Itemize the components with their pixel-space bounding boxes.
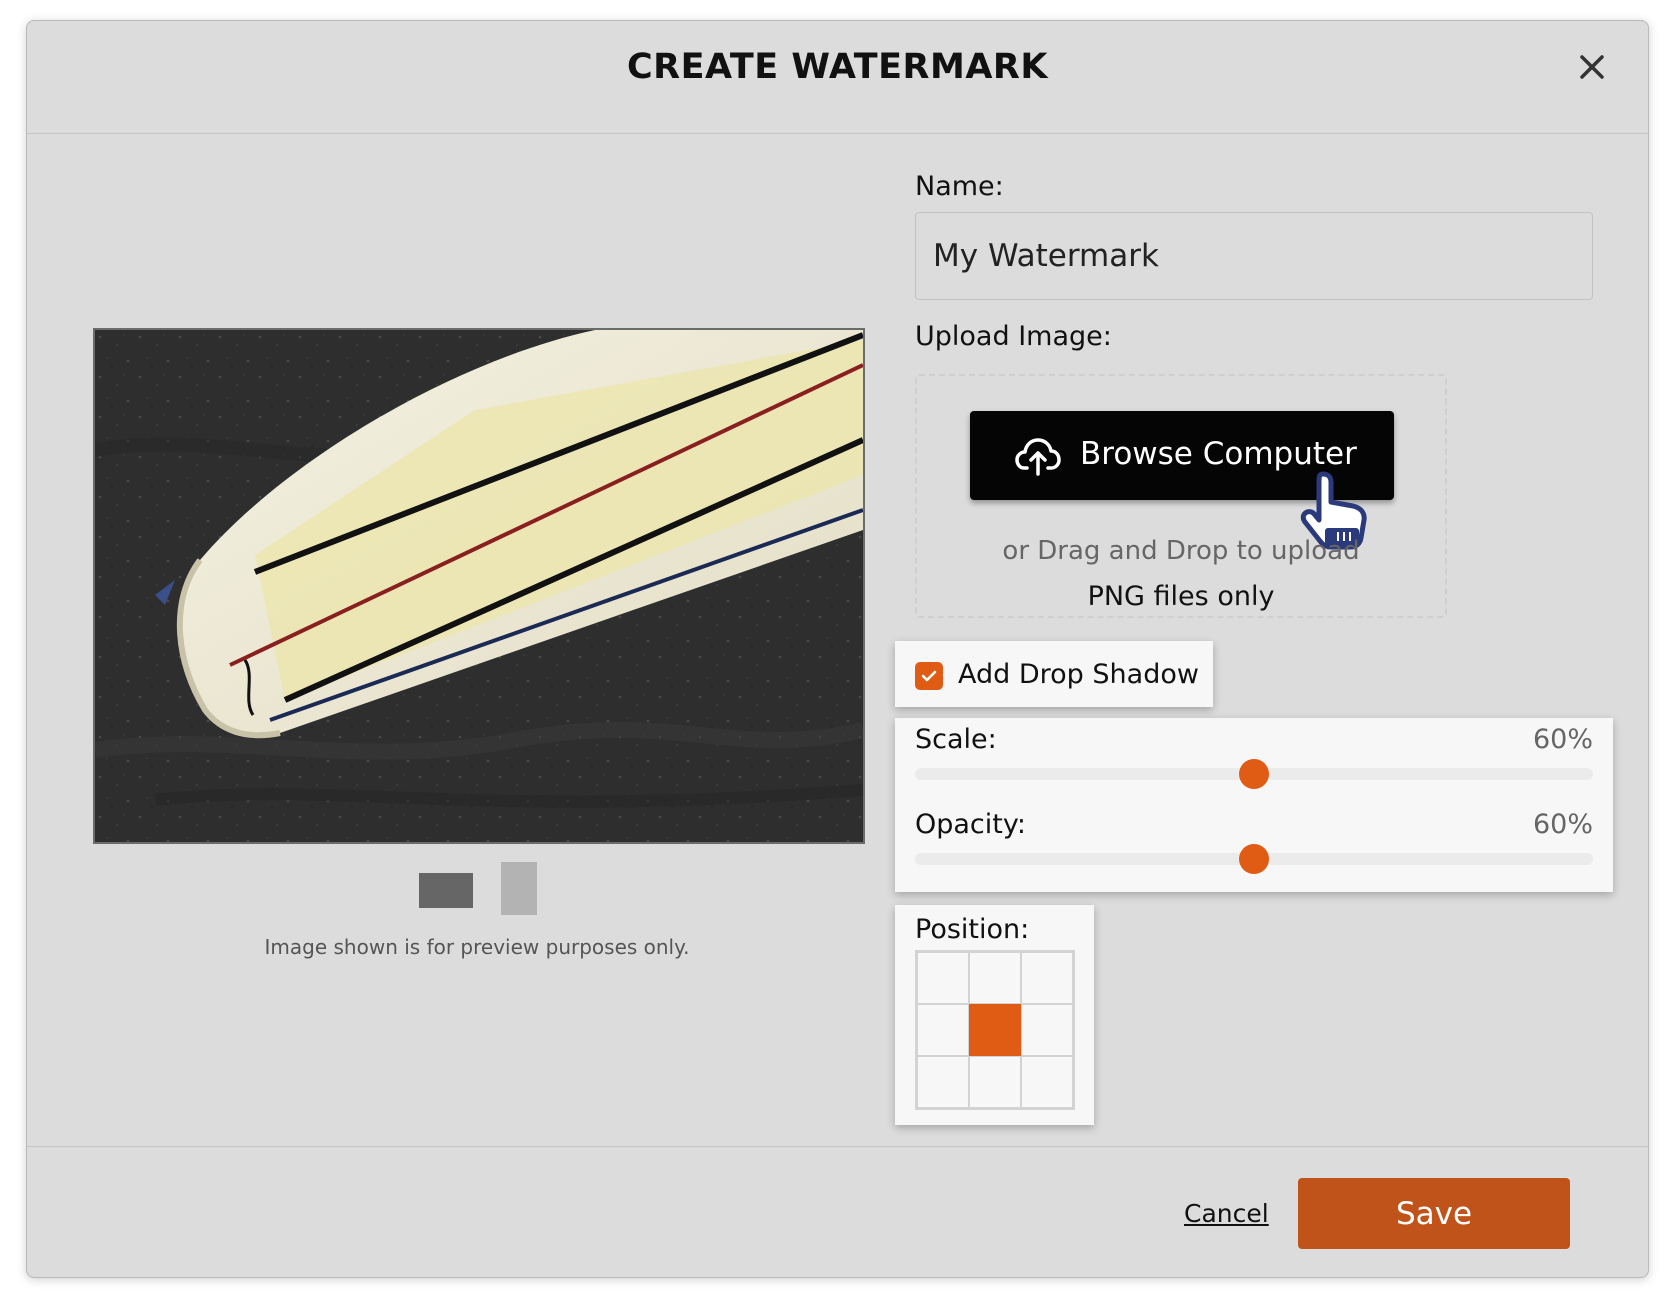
position-top-right[interactable] bbox=[1021, 952, 1073, 1004]
position-top-center[interactable] bbox=[969, 952, 1021, 1004]
drop-shadow-checkbox[interactable] bbox=[915, 662, 943, 690]
preview-image bbox=[93, 328, 865, 844]
create-watermark-dialog: CREATE WATERMARK Image shown is for prev… bbox=[26, 20, 1649, 1278]
position-middle-right[interactable] bbox=[1021, 1004, 1073, 1056]
cloud-upload-icon bbox=[1015, 438, 1061, 476]
drop-shadow-label: Add Drop Shadow bbox=[958, 659, 1199, 690]
landscape-preview-toggle[interactable] bbox=[419, 873, 473, 908]
scale-label: Scale: bbox=[915, 724, 997, 755]
dialog-title: CREATE WATERMARK bbox=[626, 47, 1048, 87]
upload-label: Upload Image: bbox=[915, 321, 1112, 352]
close-icon bbox=[1580, 55, 1604, 79]
dialog-footer: Cancel Save bbox=[27, 1146, 1648, 1277]
scale-value: 60% bbox=[1532, 724, 1593, 755]
upload-dropzone[interactable]: Browse Computer or Drag and Drop to uplo… bbox=[915, 374, 1447, 618]
preview-note: Image shown is for preview purposes only… bbox=[264, 935, 690, 959]
save-button[interactable]: Save bbox=[1298, 1178, 1570, 1249]
position-bottom-left[interactable] bbox=[917, 1056, 969, 1108]
position-middle-left[interactable] bbox=[917, 1004, 969, 1056]
dialog-header: CREATE WATERMARK bbox=[27, 21, 1648, 134]
opacity-label: Opacity: bbox=[915, 809, 1026, 840]
file-type-note: PNG files only bbox=[1087, 581, 1275, 612]
close-button[interactable] bbox=[1572, 47, 1612, 87]
position-bottom-right[interactable] bbox=[1021, 1056, 1073, 1108]
opacity-slider[interactable] bbox=[915, 844, 1593, 874]
name-input[interactable] bbox=[915, 212, 1593, 300]
position-panel: Position: bbox=[895, 905, 1094, 1125]
cancel-link[interactable]: Cancel bbox=[1184, 1199, 1269, 1228]
position-label: Position: bbox=[915, 914, 1030, 945]
scale-slider-handle[interactable] bbox=[1239, 759, 1269, 789]
position-middle-center[interactable] bbox=[969, 1004, 1021, 1056]
name-label: Name: bbox=[915, 171, 1004, 202]
drag-drop-text: or Drag and Drop to upload bbox=[1002, 536, 1360, 566]
position-grid bbox=[915, 950, 1075, 1110]
position-top-left[interactable] bbox=[917, 952, 969, 1004]
opacity-value: 60% bbox=[1532, 809, 1593, 840]
position-bottom-center[interactable] bbox=[969, 1056, 1021, 1108]
portrait-preview-toggle[interactable] bbox=[501, 862, 537, 915]
scale-slider[interactable] bbox=[915, 759, 1593, 789]
browse-computer-label: Browse Computer bbox=[1080, 436, 1357, 472]
adjustments-panel: Scale: 60% Opacity: 60% bbox=[895, 718, 1613, 892]
opacity-slider-handle[interactable] bbox=[1239, 844, 1269, 874]
check-icon bbox=[921, 670, 937, 682]
drop-shadow-toggle[interactable]: Add Drop Shadow bbox=[895, 641, 1213, 707]
